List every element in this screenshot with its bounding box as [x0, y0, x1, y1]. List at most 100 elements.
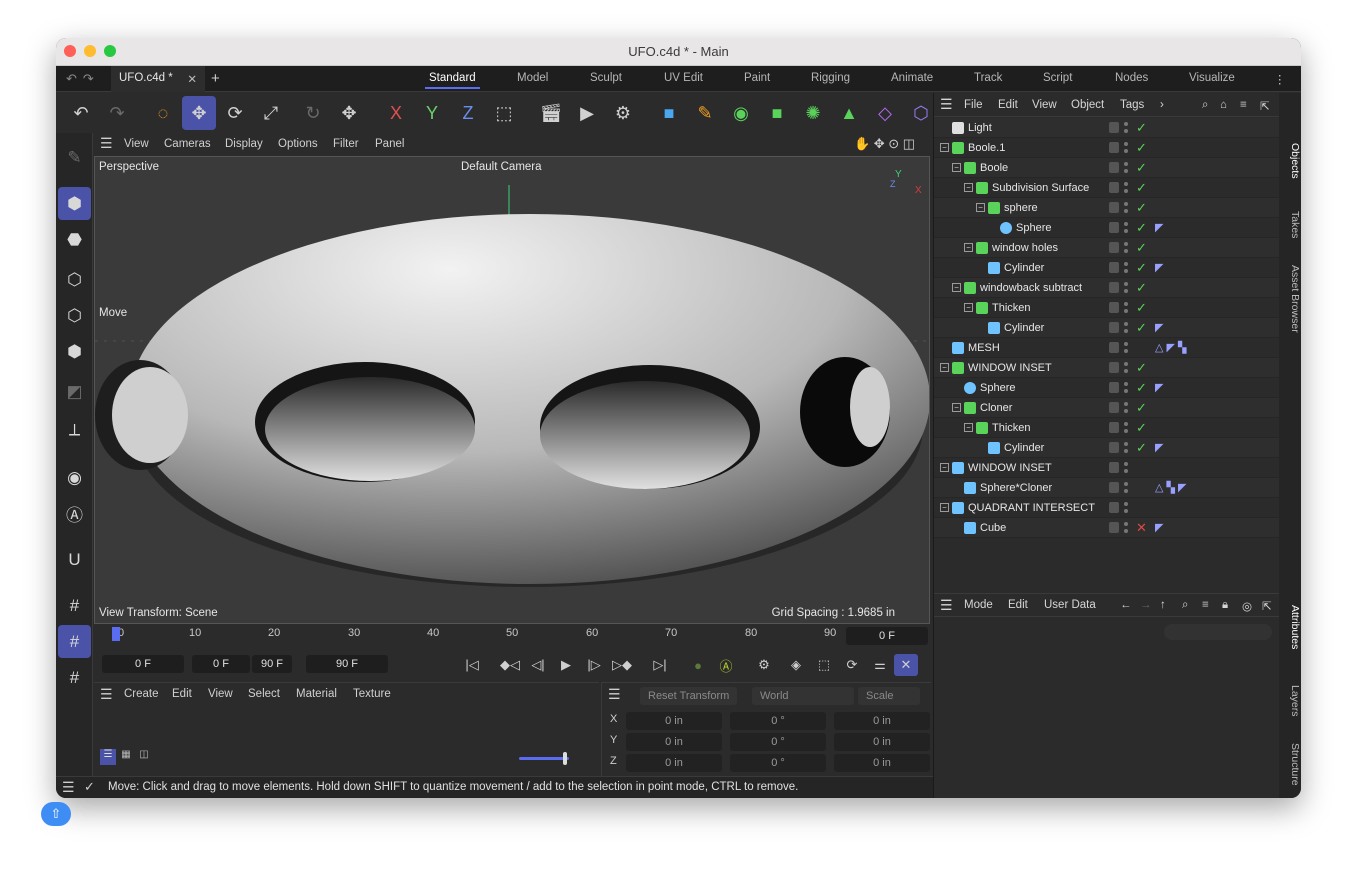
- expand-toggle-icon[interactable]: −: [940, 363, 949, 372]
- visibility-dots-icon[interactable]: [1124, 141, 1128, 155]
- object-tags[interactable]: ◤: [1155, 381, 1163, 394]
- viewport-nav-icons[interactable]: ✋ ✥ ⊙ ◫: [854, 136, 915, 152]
- goto-end-icon[interactable]: ▷|: [648, 654, 672, 676]
- more-menu-icon[interactable]: ⋮: [1274, 72, 1286, 86]
- keyframe-selection-icon[interactable]: ◈: [784, 654, 808, 676]
- enabled-check-icon[interactable]: ✓: [1136, 140, 1147, 156]
- object-tags[interactable]: △ ◤ ▚: [1155, 341, 1187, 354]
- visibility-dots-icon[interactable]: [1124, 241, 1128, 255]
- expand-toggle-icon[interactable]: −: [976, 203, 985, 212]
- scale-tool-icon[interactable]: ⤢: [254, 96, 288, 130]
- object-row[interactable]: − Cloner ✓: [934, 398, 1280, 418]
- filter-icon[interactable]: ≡: [1240, 99, 1247, 111]
- redo-icon[interactable]: ↷: [100, 96, 134, 130]
- layer-icon[interactable]: [1109, 462, 1119, 473]
- enabled-check-icon[interactable]: ✓: [1136, 120, 1147, 136]
- layout-tab-track[interactable]: Track: [974, 72, 1002, 84]
- visibility-dots-icon[interactable]: [1124, 301, 1128, 315]
- record-icon[interactable]: ●: [686, 654, 710, 676]
- expand-toggle-icon[interactable]: −: [952, 283, 961, 292]
- object-row[interactable]: − Thicken ✓: [934, 298, 1280, 318]
- side-tab-asset-browser[interactable]: Asset Browser: [1279, 265, 1301, 333]
- scale-x-field[interactable]: 0 in: [834, 712, 930, 730]
- object-name[interactable]: Cylinder: [1004, 442, 1044, 454]
- enabled-check-icon[interactable]: ✓: [1136, 400, 1147, 416]
- layer-icon[interactable]: [1109, 362, 1119, 373]
- objects-hamburger-icon[interactable]: ☰: [940, 96, 953, 113]
- layout-tab-script[interactable]: Script: [1043, 72, 1072, 84]
- layer-icon[interactable]: [1109, 522, 1119, 533]
- layout-tab-standard[interactable]: Standard: [425, 72, 480, 89]
- cloner-object-icon[interactable]: ✺: [796, 96, 830, 130]
- visibility-dots-icon[interactable]: [1124, 181, 1128, 195]
- max-frame-field[interactable]: 90 F: [252, 655, 292, 673]
- space-dropdown[interactable]: World: [752, 687, 854, 705]
- render-settings-icon[interactable]: ⚙: [606, 96, 640, 130]
- object-name[interactable]: Sphere: [980, 382, 1015, 394]
- object-tags[interactable]: ◤: [1155, 441, 1163, 454]
- snap-icon[interactable]: U: [58, 543, 91, 576]
- 3d-viewport[interactable]: Y X Z Perspective Default Camera Move Vi…: [94, 156, 930, 624]
- enabled-check-icon[interactable]: ✓: [1136, 360, 1147, 376]
- transform-icon[interactable]: ↻: [296, 96, 330, 130]
- z-axis-lock[interactable]: Z: [451, 96, 485, 130]
- move-tool-icon[interactable]: ✥: [182, 96, 216, 130]
- grid-view-icon[interactable]: ▦: [118, 749, 134, 765]
- y-axis-lock[interactable]: Y: [415, 96, 449, 130]
- enabled-check-icon[interactable]: ✓: [1136, 180, 1147, 196]
- obj-menu-edit[interactable]: Edit: [998, 99, 1018, 111]
- x-axis-lock[interactable]: X: [379, 96, 413, 130]
- axis-mode-icon[interactable]: ⟂: [58, 413, 91, 446]
- generator-cube-icon[interactable]: ■: [760, 96, 794, 130]
- list-view-icon[interactable]: ☰: [100, 749, 116, 765]
- object-tags[interactable]: ◤: [1155, 261, 1163, 274]
- visibility-dots-icon[interactable]: [1124, 481, 1128, 495]
- forward-arrow-icon[interactable]: →: [1140, 599, 1152, 611]
- object-name[interactable]: Cylinder: [1004, 322, 1044, 334]
- more-menu-chevron-icon[interactable]: ›: [1160, 99, 1164, 111]
- object-row[interactable]: − window holes ✓: [934, 238, 1280, 258]
- attr-menu-edit[interactable]: Edit: [1008, 599, 1028, 611]
- object-row[interactable]: Sphere ✓ ◤: [934, 378, 1280, 398]
- obj-menu-file[interactable]: File: [964, 99, 983, 111]
- side-tab-structure[interactable]: Structure: [1279, 743, 1301, 786]
- visibility-dots-icon[interactable]: [1124, 361, 1128, 375]
- expand-toggle-icon[interactable]: −: [940, 503, 949, 512]
- object-name[interactable]: Cube: [980, 522, 1006, 534]
- workplane-icon[interactable]: #: [58, 589, 91, 622]
- visibility-dots-icon[interactable]: [1124, 201, 1128, 215]
- obj-menu-view[interactable]: View: [1032, 99, 1057, 111]
- object-row[interactable]: − Boole ✓: [934, 158, 1280, 178]
- object-row[interactable]: Cylinder ✓ ◤: [934, 318, 1280, 338]
- slider-handle[interactable]: [563, 752, 567, 765]
- layer-icon[interactable]: [1109, 382, 1119, 393]
- visibility-dots-icon[interactable]: [1124, 521, 1128, 535]
- visibility-dots-icon[interactable]: [1124, 281, 1128, 295]
- enabled-check-icon[interactable]: ✓: [1136, 440, 1147, 456]
- object-name[interactable]: WINDOW INSET: [968, 462, 1052, 474]
- visibility-dots-icon[interactable]: [1124, 321, 1128, 335]
- object-tags[interactable]: ◤: [1155, 521, 1163, 534]
- layer-icon[interactable]: [1109, 422, 1119, 433]
- enabled-check-icon[interactable]: ✓: [1136, 200, 1147, 216]
- coord-mode-dropdown[interactable]: Scale: [858, 687, 920, 705]
- object-row[interactable]: − QUADRANT INTERSECT: [934, 498, 1280, 518]
- texture-mode-icon[interactable]: ⬣: [58, 223, 91, 256]
- layout-tab-rigging[interactable]: Rigging: [811, 72, 850, 84]
- visibility-dots-icon[interactable]: [1124, 121, 1128, 135]
- expand-toggle-icon[interactable]: −: [940, 143, 949, 152]
- object-row[interactable]: − Thicken ✓: [934, 418, 1280, 438]
- new-window-icon[interactable]: ⇱: [1260, 99, 1270, 113]
- object-name[interactable]: sphere: [1004, 202, 1038, 214]
- object-row[interactable]: MESH △ ◤ ▚: [934, 338, 1280, 358]
- visibility-dots-icon[interactable]: [1124, 441, 1128, 455]
- prev-key-icon[interactable]: ◆◁: [498, 654, 522, 676]
- visibility-dots-icon[interactable]: [1124, 221, 1128, 235]
- layout-tab-paint[interactable]: Paint: [744, 72, 770, 84]
- mat-menu-view[interactable]: View: [208, 688, 233, 700]
- object-name[interactable]: MESH: [968, 342, 1000, 354]
- attr-search-field[interactable]: [1164, 624, 1272, 640]
- reset-transform-button[interactable]: Reset Transform: [640, 687, 738, 705]
- expand-toggle-icon[interactable]: −: [952, 163, 961, 172]
- uv-mode-icon[interactable]: ◩: [58, 375, 91, 408]
